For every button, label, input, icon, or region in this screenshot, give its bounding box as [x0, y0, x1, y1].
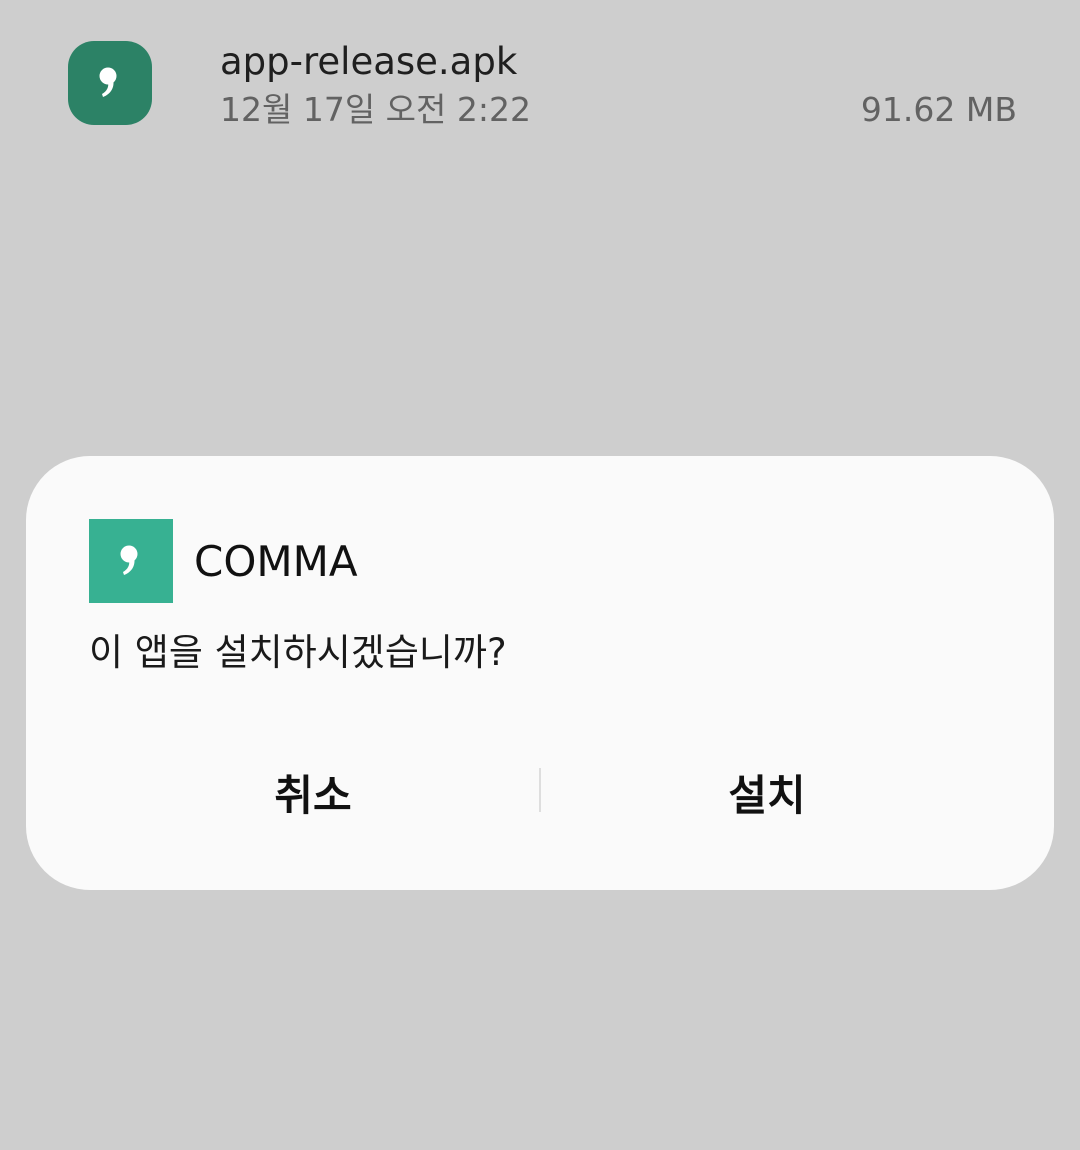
install-question: 이 앱을 설치하시겠습니까? [89, 631, 507, 674]
install-button[interactable]: 설치 [540, 756, 994, 828]
file-list-item[interactable]: app-release.apk 12월 17일 오전 2:22 91.62 MB [0, 0, 1080, 160]
file-name: app-release.apk [220, 40, 518, 83]
comma-glyph-icon [99, 67, 117, 97]
file-date: 12월 17일 오전 2:22 [220, 90, 531, 129]
comma-app-icon [89, 519, 173, 603]
comma-glyph-icon [120, 545, 138, 575]
comma-app-icon [68, 41, 152, 125]
file-size: 91.62 MB [860, 90, 1017, 129]
app-name: COMMA [194, 537, 358, 586]
cancel-button[interactable]: 취소 [86, 756, 540, 828]
screen: app-release.apk 12월 17일 오전 2:22 91.62 MB… [0, 0, 1080, 1150]
install-dialog: COMMA 이 앱을 설치하시겠습니까? 취소 설치 [26, 456, 1054, 890]
